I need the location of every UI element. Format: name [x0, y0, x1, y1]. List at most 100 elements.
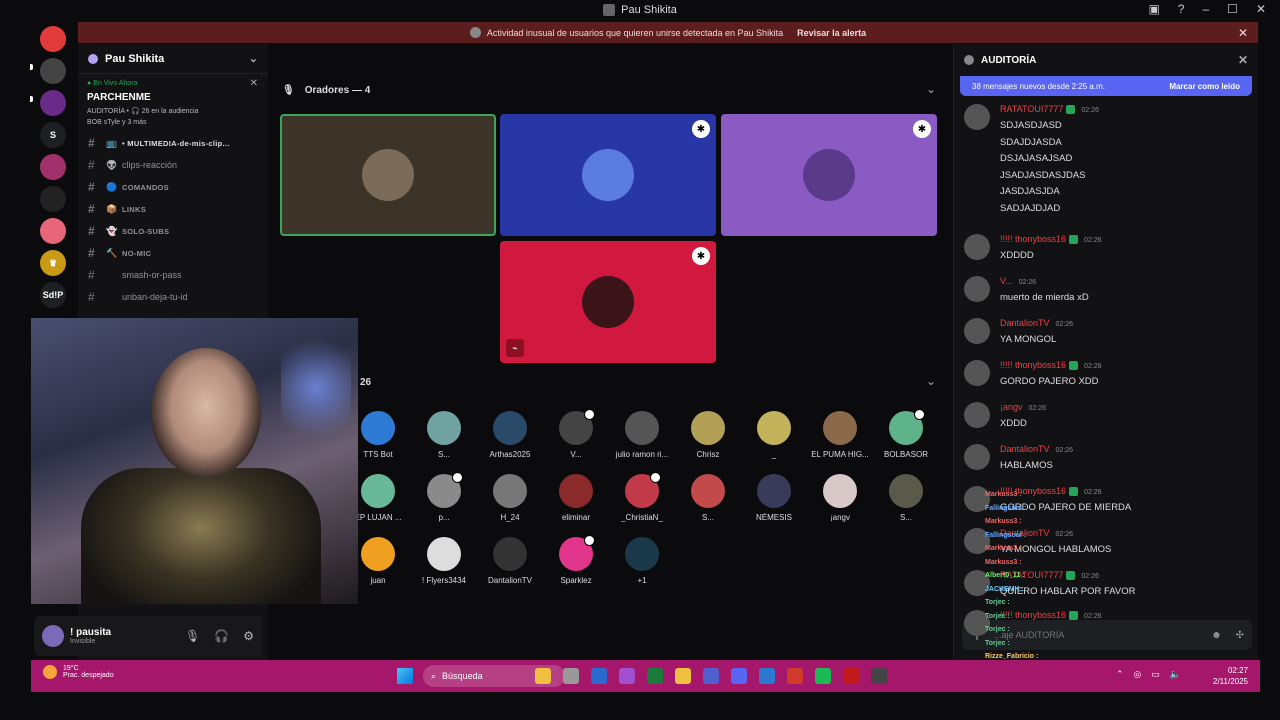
server-icon[interactable]	[40, 26, 66, 52]
burger-icon[interactable]	[535, 668, 551, 684]
minimize-button[interactable]: –	[1202, 2, 1209, 16]
server-icon[interactable]	[40, 154, 66, 180]
server-icon[interactable]	[40, 218, 66, 244]
help-icon[interactable]: ?	[1178, 2, 1185, 16]
channel-item[interactable]: # unban-deja-tu-id	[78, 286, 268, 308]
steam-icon[interactable]	[591, 668, 607, 684]
channel-item[interactable]: # smash-or-pass	[78, 264, 268, 286]
system-tray[interactable]: ⌃ ◎ ▭ 🔈	[1116, 669, 1181, 680]
close-icon[interactable]: ✕	[1238, 53, 1248, 67]
audience-member[interactable]: ¡angv	[809, 474, 871, 522]
audience-member[interactable]: _	[743, 411, 805, 459]
chrome-icon[interactable]	[871, 668, 887, 684]
folder-icon[interactable]	[675, 668, 691, 684]
spotify-icon[interactable]	[815, 668, 831, 684]
server-icon[interactable]	[40, 58, 66, 84]
message-author[interactable]: DantalionTV	[1000, 318, 1050, 328]
avatar[interactable]	[42, 625, 64, 647]
gear-icon[interactable]: ⚙	[243, 629, 254, 643]
audience-member[interactable]: ! Flyers3434	[413, 537, 475, 585]
inbox-icon[interactable]: ▣	[1148, 2, 1159, 16]
emoji-icon[interactable]: ☻	[1211, 630, 1222, 641]
avatar[interactable]	[964, 234, 990, 260]
channel-item[interactable]: # 👽 clips-reacción	[78, 154, 268, 176]
speaker-tile[interactable]: ✱ ⌁	[500, 241, 716, 363]
audience-member[interactable]: S...	[875, 474, 937, 522]
speakers-header[interactable]: 🎙 Oradores — 4	[282, 80, 370, 100]
speaker-tile[interactable]: ✱	[500, 114, 716, 236]
avatar[interactable]	[964, 402, 990, 428]
audience-member[interactable]: Chrisz	[677, 411, 739, 459]
weather-widget[interactable]: 19°C Prac. despejado	[43, 665, 114, 679]
microphone-icon[interactable]: 🎙	[185, 629, 200, 643]
close-window-button[interactable]: ✕	[1256, 2, 1266, 16]
audience-member[interactable]: p...	[413, 472, 475, 522]
audience-member[interactable]: julio ramon ri...	[611, 411, 673, 459]
new-messages-bar[interactable]: 38 mensajes nuevos desde 2:25 a.m. Marca…	[960, 76, 1252, 96]
network-icon[interactable]: ◎	[1134, 669, 1142, 680]
channel-item[interactable]: # 🔨 NO-MIC	[78, 242, 268, 264]
mark-read-button[interactable]: Marcar como leído	[1169, 82, 1240, 91]
speaker-tile[interactable]	[280, 114, 496, 236]
audience-member[interactable]: Sparklez	[545, 535, 607, 585]
message-author[interactable]: V...	[1000, 276, 1013, 286]
channel-item[interactable]: # 📦 LINKS	[78, 198, 268, 220]
close-icon[interactable]: ✕	[250, 78, 258, 89]
battery-icon[interactable]: ▭	[1151, 669, 1160, 680]
server-icon[interactable]	[40, 90, 66, 116]
brave-icon[interactable]	[787, 668, 803, 684]
windows-start-icon[interactable]	[397, 668, 413, 684]
chevron-down-icon[interactable]: ⌄	[926, 374, 936, 388]
audience-member[interactable]: S...	[677, 474, 739, 522]
message-author[interactable]: RATATOUI7777	[1000, 104, 1063, 114]
audience-member[interactable]: DantalionTV	[479, 537, 541, 585]
volume-icon[interactable]: 🔈	[1170, 669, 1181, 680]
chevron-up-icon[interactable]: ⌃	[1116, 669, 1124, 680]
teams-icon[interactable]	[703, 668, 719, 684]
audience-member[interactable]: V...	[545, 409, 607, 459]
audience-member[interactable]: NÉMESIS	[743, 474, 805, 522]
message-author[interactable]: ¡angv	[1000, 402, 1023, 412]
message-author[interactable]: !!!!! thonyboss16	[1000, 234, 1066, 244]
guild-header[interactable]: Pau Shikita ⌄	[78, 44, 268, 74]
multitask-icon[interactable]	[563, 668, 579, 684]
channel-item[interactable]: # 🔵 COMANDOS	[78, 176, 268, 198]
clock[interactable]: 02:27 2/11/2025	[1213, 665, 1248, 687]
server-icon[interactable]: S	[40, 122, 66, 148]
message-author[interactable]: DantalionTV	[1000, 444, 1050, 454]
channel-item[interactable]: # 👻 SOLO-SUBS	[78, 220, 268, 242]
avatar[interactable]	[964, 360, 990, 386]
audience-member[interactable]: S...	[413, 411, 475, 459]
audience-member[interactable]: Arthas2025	[479, 411, 541, 459]
apps-icon[interactable]: ✣	[1236, 630, 1244, 641]
audience-member[interactable]: H_24	[479, 474, 541, 522]
copilot-icon[interactable]	[619, 668, 635, 684]
avatar[interactable]	[964, 276, 990, 302]
channel-item[interactable]: # 📺 • MULTIMEDIA-de-mis-clip...	[78, 132, 268, 154]
avatar[interactable]	[964, 444, 990, 470]
avatar[interactable]	[964, 104, 990, 130]
audience-member[interactable]: _ChristiaN_	[611, 472, 673, 522]
outlook-icon[interactable]	[759, 668, 775, 684]
server-icon[interactable]	[40, 186, 66, 212]
audience-member[interactable]: BOLBASOR	[875, 409, 937, 459]
review-alert-link[interactable]: Revisar la alerta	[797, 28, 866, 38]
audience-member[interactable]: +1	[611, 537, 673, 585]
message-author[interactable]: !!!!! thonyboss16	[1000, 360, 1066, 370]
server-icon[interactable]: Sd!P	[40, 282, 66, 308]
obs-icon[interactable]	[843, 668, 859, 684]
live-stage-card[interactable]: ● En Vivo Ahora PARCHENME AUDITORÍA • 🎧 …	[78, 74, 268, 132]
editor-icon[interactable]	[647, 668, 663, 684]
headphones-icon[interactable]: 🎧	[214, 629, 229, 643]
maximize-button[interactable]: ☐	[1227, 2, 1238, 16]
avatar[interactable]	[964, 318, 990, 344]
chevron-down-icon[interactable]: ⌄	[249, 52, 258, 65]
chevron-down-icon[interactable]: ⌄	[926, 82, 936, 96]
audience-header[interactable]: 26	[360, 372, 371, 392]
discord-icon[interactable]	[731, 668, 747, 684]
audience-member[interactable]: EL PUMA HIG...	[809, 411, 871, 459]
speaker-tile[interactable]: ✱	[721, 114, 937, 236]
server-icon[interactable]: ♛	[40, 250, 66, 276]
audience-member[interactable]: eliminar	[545, 474, 607, 522]
close-icon[interactable]: ✕	[1238, 26, 1248, 40]
